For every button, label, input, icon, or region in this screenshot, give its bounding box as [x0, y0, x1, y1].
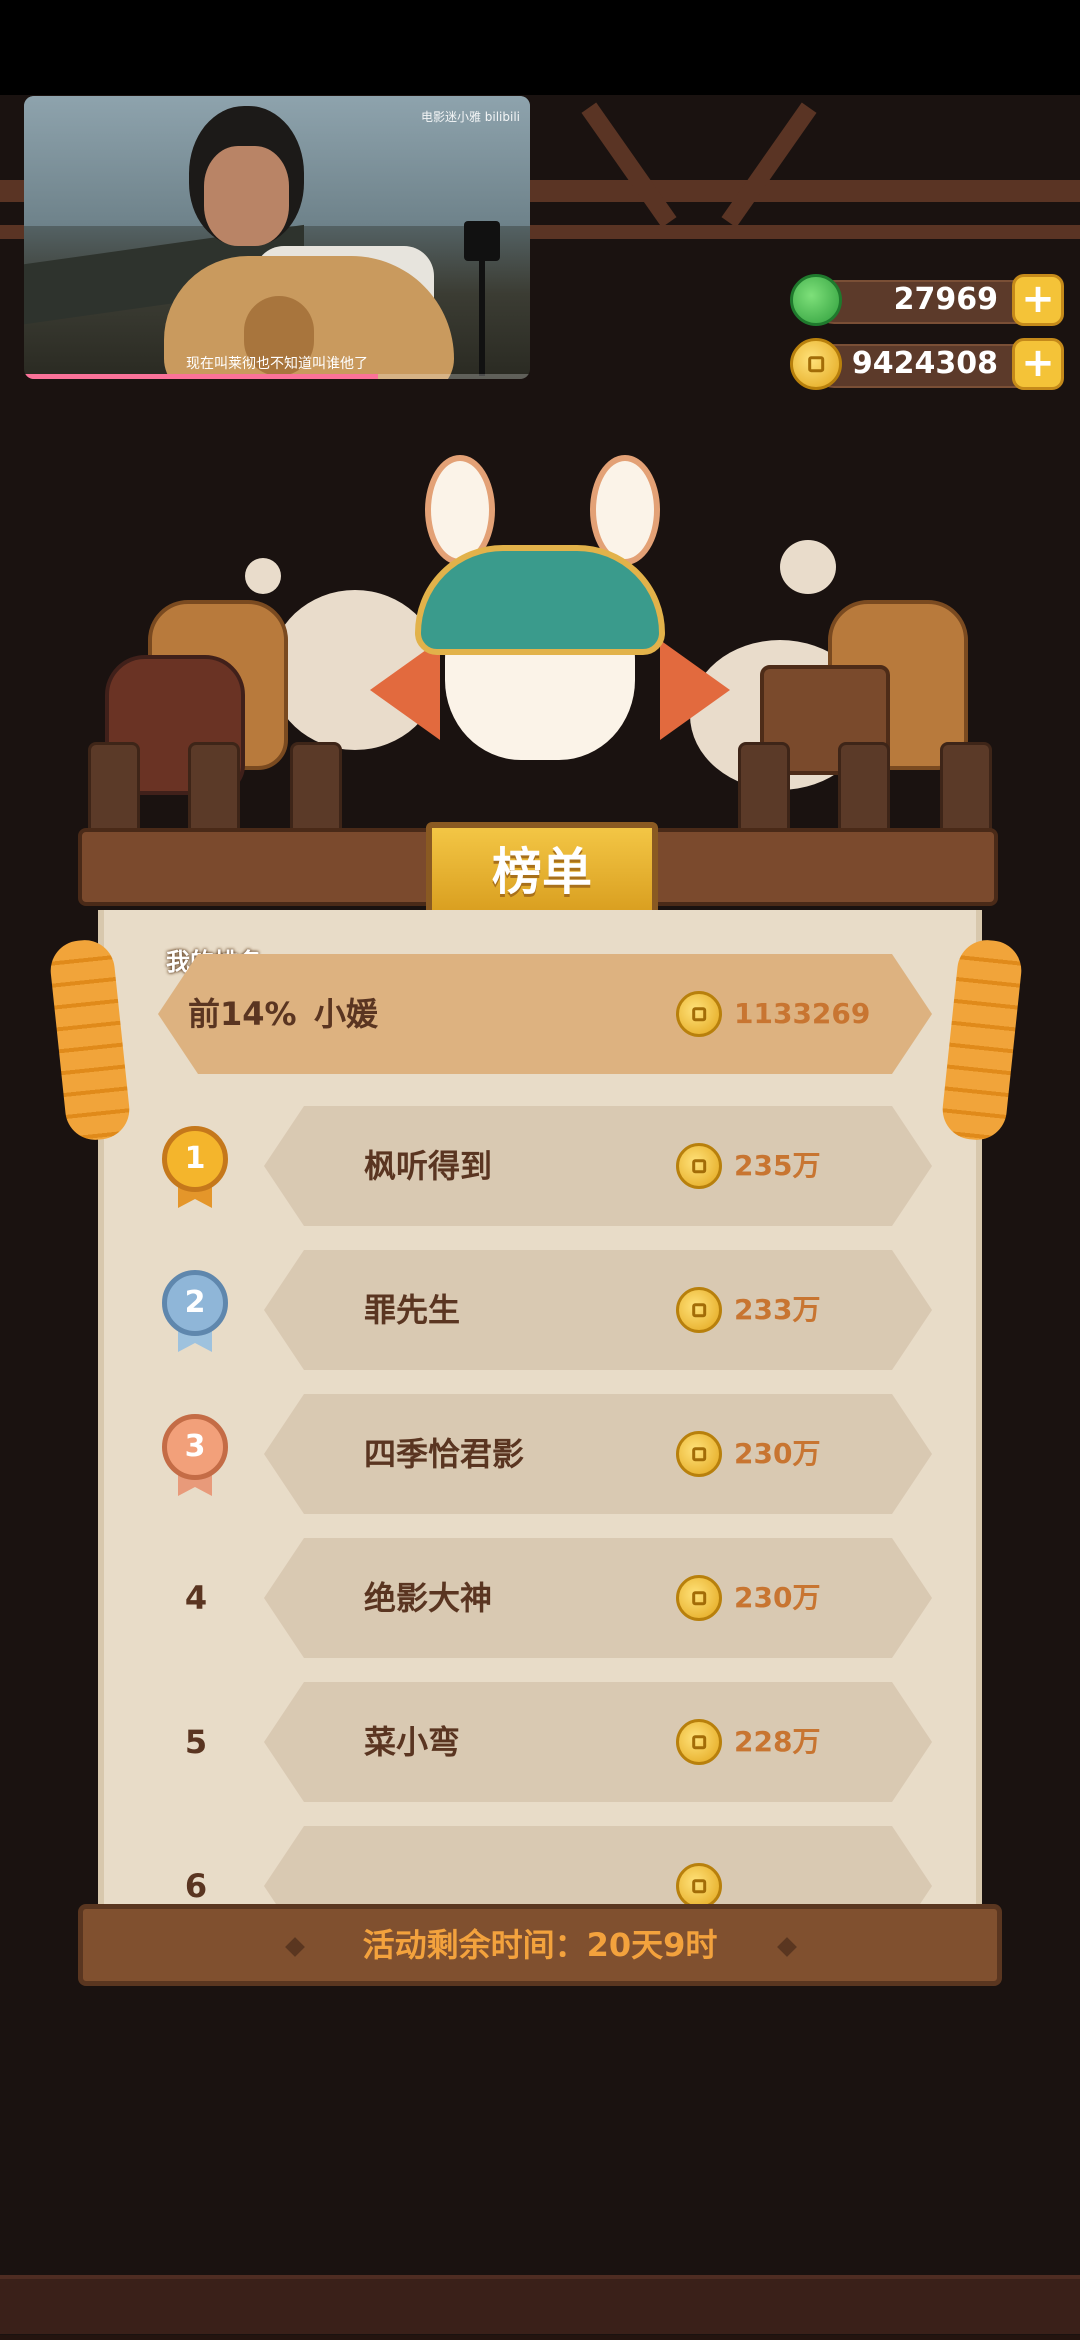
flag-right-decoration — [660, 640, 730, 740]
player-score: 233万 — [734, 1293, 821, 1326]
floor-shadow — [0, 2335, 1080, 2340]
leaderboard-row-partial: 6 — [158, 1826, 932, 1908]
medal-number: 2 — [162, 1270, 228, 1336]
player-score: 228万 — [734, 1725, 821, 1758]
medal-number: 1 — [162, 1126, 228, 1192]
coin-icon — [676, 991, 722, 1037]
player-score: 235万 — [734, 1149, 821, 1182]
player-name: 绝影大神 — [364, 1579, 493, 1617]
puff-decoration — [245, 558, 281, 594]
player-name: 菜小弯 — [364, 1723, 461, 1761]
leaderboard-row: 3 四季恰君影 230万 — [158, 1394, 932, 1514]
player-score: 230万 — [734, 1581, 821, 1614]
video-person-face — [204, 146, 289, 246]
my-rank-row: 前14% 小媛 1133269 — [158, 954, 932, 1074]
flag-left-decoration — [370, 640, 440, 740]
status-bar — [0, 0, 1080, 95]
silver-medal-icon: 2 — [162, 1270, 228, 1354]
page-title: 榜单 — [492, 843, 592, 901]
bronze-medal-icon: 3 — [162, 1414, 228, 1498]
roof-truss — [581, 102, 677, 228]
rank-number: 4 — [184, 1579, 208, 1617]
medal-number: 3 — [162, 1414, 228, 1480]
video-player-overlay[interactable]: 电影迷小雅 bilibili 现在叫莱彻也不知道叫谁他了 — [24, 96, 530, 379]
coin-icon — [676, 1431, 722, 1477]
video-watermark: 电影迷小雅 bilibili — [420, 110, 520, 124]
coin-icon — [676, 1143, 722, 1189]
row-bg — [264, 1826, 932, 1908]
player-name: 罪先生 — [364, 1291, 461, 1329]
video-lamp — [464, 221, 500, 261]
leaderboard-row: 4 绝影大神 230万 — [158, 1538, 932, 1658]
roof-truss — [721, 102, 817, 228]
player-name: 四季恰君影 — [364, 1435, 525, 1473]
player-name: 枫听得到 — [364, 1147, 493, 1185]
coin-icon — [676, 1575, 722, 1621]
rank-number: 5 — [184, 1723, 208, 1761]
gold-medal-icon: 1 — [162, 1126, 228, 1210]
coin-icon — [676, 1287, 722, 1333]
rank-number: 6 — [184, 1867, 208, 1905]
rabbit-opera-headdress — [415, 545, 665, 655]
my-rank-percentile: 前14% — [188, 995, 297, 1033]
my-rank-score: 1133269 — [734, 997, 871, 1030]
jade-value: 27969 — [893, 282, 998, 317]
coin-value: 9424308 — [851, 346, 998, 381]
coin-counter: 9424308 + — [790, 338, 1064, 390]
video-progress-fill — [24, 374, 379, 379]
puff-decoration — [780, 540, 836, 594]
player-score: 230万 — [734, 1437, 821, 1470]
video-subtitle: 现在叫莱彻也不知道叫谁他了 — [186, 356, 368, 372]
my-rank-name: 小媛 — [314, 995, 379, 1033]
leaderboard-row: 1 枫听得到 235万 — [158, 1106, 932, 1226]
video-progress-bar[interactable] — [24, 374, 530, 379]
coin-icon — [676, 1863, 722, 1908]
leaderboard-row: 2 罪先生 233万 — [158, 1250, 932, 1370]
coin-icon — [676, 1719, 722, 1765]
leaderboard-scroll-panel[interactable]: 我的排名 前14% 小媛 1133269 1 枫听得到 235万 2 罪先生 2… — [98, 910, 982, 1908]
add-coins-button[interactable]: + — [1012, 338, 1064, 390]
add-jade-button[interactable]: + — [1012, 274, 1064, 326]
leaderboard-row: 5 菜小弯 228万 — [158, 1682, 932, 1802]
floor-plank — [0, 2275, 1080, 2334]
event-time-remaining: 活动剩余时间：20天9时 — [362, 1926, 718, 1964]
jade-counter: 27969 + — [790, 274, 1064, 326]
